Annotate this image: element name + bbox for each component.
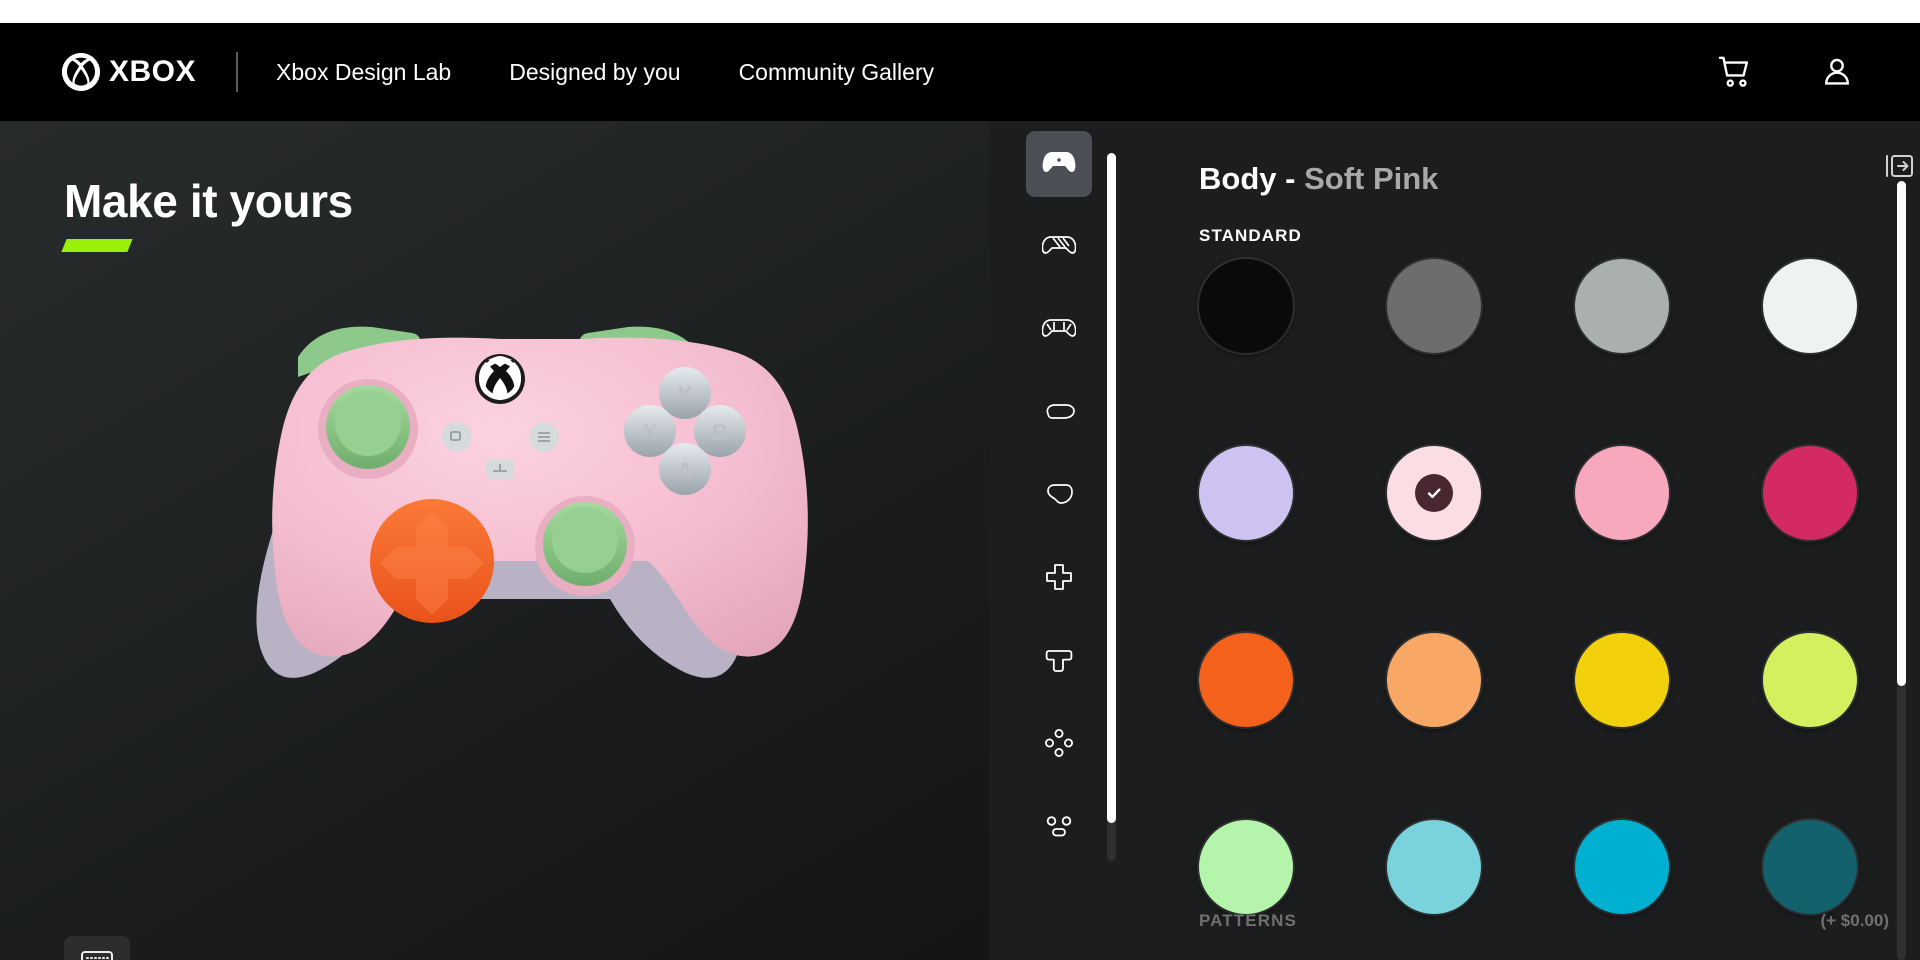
page-title: Make it yours: [64, 175, 353, 227]
controller-grip-icon: [1044, 482, 1074, 511]
color-swatch[interactable]: [1387, 633, 1481, 727]
rail-scrollbar-track[interactable]: [1107, 153, 1116, 861]
color-swatch[interactable]: [1199, 446, 1293, 540]
color-swatch[interactable]: [1763, 259, 1857, 353]
color-selection-area: Body - Soft Pink STANDARD PATTERNS (+ $0…: [1155, 121, 1920, 960]
color-swatch[interactable]: [1575, 446, 1669, 540]
site-header: XBOX Xbox Design Lab Designed by you Com…: [0, 23, 1920, 121]
svg-text:X: X: [643, 420, 658, 445]
color-swatch[interactable]: [1575, 633, 1669, 727]
svg-text:A: A: [677, 458, 693, 483]
header-divider: [236, 52, 239, 92]
user-account-icon[interactable]: [1818, 53, 1856, 91]
xbox-logo[interactable]: XBOX: [62, 53, 196, 91]
shopping-cart-icon[interactable]: [1716, 53, 1754, 91]
color-swatch[interactable]: [1387, 820, 1481, 914]
title-accent-bar: [61, 239, 133, 252]
collapse-panel-button[interactable]: [1884, 153, 1914, 184]
rail-item-dpad[interactable]: [1026, 546, 1092, 612]
controller-back-icon: [1041, 233, 1077, 262]
page-content: Make it yours Y X B A Body - Soft Pink S…: [0, 121, 1920, 960]
view-menu-buttons-icon: [1044, 814, 1074, 843]
selected-color-name: Soft Pink: [1304, 161, 1439, 196]
color-swatch[interactable]: [1387, 259, 1481, 353]
svg-text:Y: Y: [678, 382, 693, 407]
panel-scrollbar-track[interactable]: [1897, 181, 1906, 960]
keyboard-shortcuts-button[interactable]: [64, 936, 130, 960]
rail-item-grips[interactable]: [1026, 463, 1092, 529]
rail-item-triggers[interactable]: [1026, 380, 1092, 446]
part-name: Body: [1199, 161, 1277, 196]
patterns-price: (+ $0.00): [1820, 911, 1889, 930]
patterns-label: PATTERNS: [1199, 911, 1297, 930]
xbox-logo-text: XBOX: [109, 55, 197, 88]
color-swatch[interactable]: [1199, 259, 1293, 353]
color-swatch[interactable]: [1763, 446, 1857, 540]
abxy-buttons-icon: [1044, 728, 1074, 763]
panel-scrollbar-thumb[interactable]: [1897, 181, 1906, 686]
header-actions: [1716, 53, 1856, 91]
thumbstick-icon: [1044, 647, 1074, 678]
browser-top-strip: [0, 0, 1920, 23]
rail-item-body[interactable]: [1026, 131, 1092, 197]
keyboard-icon: [80, 949, 114, 960]
color-swatch-grid: [1199, 259, 1857, 960]
rail-item-thumbsticks[interactable]: [1026, 629, 1092, 695]
controller-preview-image[interactable]: Y X B A: [180, 261, 820, 681]
swatch-group-label: STANDARD: [1199, 226, 1302, 245]
selected-part-title: Body - Soft Pink: [1199, 161, 1438, 197]
controller-preview-stage: Make it yours Y X B A: [0, 121, 989, 960]
rail-item-bumpers[interactable]: [1026, 297, 1092, 363]
color-swatch[interactable]: [1575, 820, 1669, 914]
color-swatch[interactable]: [1199, 820, 1293, 914]
header-nav: Xbox Design Lab Designed by you Communit…: [276, 59, 934, 86]
color-swatch[interactable]: [1575, 259, 1669, 353]
color-swatch[interactable]: [1199, 633, 1293, 727]
xbox-sphere-icon: [62, 53, 100, 91]
xbox-design-lab-page: XBOX Xbox Design Lab Designed by you Com…: [0, 0, 1920, 960]
controller-part-rail: [1019, 131, 1099, 960]
rail-scrollbar-thumb[interactable]: [1107, 153, 1116, 823]
controller-body-icon: [1042, 149, 1076, 180]
customization-panel: Body - Soft Pink STANDARD PATTERNS (+ $0…: [989, 121, 1920, 960]
nav-link-xbox-design-lab[interactable]: Xbox Design Lab: [276, 59, 451, 86]
nav-link-designed-by-you[interactable]: Designed by you: [509, 59, 680, 86]
selected-check-icon: [1415, 474, 1453, 512]
nav-link-community-gallery[interactable]: Community Gallery: [739, 59, 935, 86]
dpad-icon: [1045, 563, 1073, 596]
color-swatch[interactable]: [1763, 633, 1857, 727]
color-swatch[interactable]: [1387, 446, 1481, 540]
controller-bumpers-icon: [1041, 316, 1077, 345]
svg-text:B: B: [712, 420, 728, 445]
title-separator: -: [1285, 161, 1296, 196]
controller-trigger-icon: [1043, 402, 1075, 425]
patterns-section-header[interactable]: PATTERNS (+ $0.00): [1199, 911, 1889, 931]
color-swatch[interactable]: [1763, 820, 1857, 914]
rail-item-abxy[interactable]: [1026, 712, 1092, 778]
rail-item-back[interactable]: [1026, 214, 1092, 280]
rail-item-view-menu[interactable]: [1026, 795, 1092, 861]
